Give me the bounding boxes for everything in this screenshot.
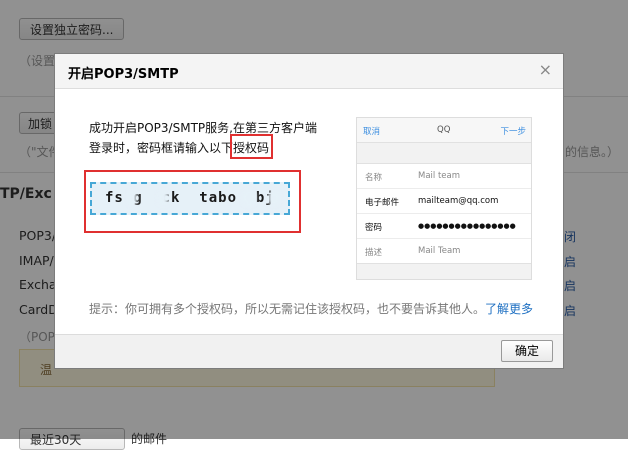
description-line-1: 成功开启POP3/SMTP服务,在第三方客户端: [89, 121, 317, 135]
auth-code-box: fs g ck tabo bj: [90, 182, 290, 215]
dialog-header: 开启POP3/SMTP ×: [55, 54, 563, 89]
redaction-blur: [268, 190, 280, 206]
redaction-blur: [242, 190, 256, 206]
illustration-title: QQ: [437, 125, 451, 135]
client-setup-illustration: 取消 QQ 下一步 名称 Mail team 电子邮件 mailteam@qq.…: [356, 117, 532, 280]
illustration-row-description: 描述 Mail Team: [365, 246, 461, 258]
description-line-2: 登录时，密码框请输入以下授权码: [89, 141, 270, 155]
illustration-header: 取消 QQ 下一步: [357, 118, 531, 143]
redaction-blur: [158, 190, 169, 206]
dialog-footer: 确定: [55, 334, 563, 368]
illustration-row-password: 密码 ●●●●●●●●●●●●●●●●: [357, 214, 531, 239]
illustration-row-name: 名称 Mail team: [357, 164, 531, 189]
learn-more-link[interactable]: 了解更多: [485, 302, 533, 316]
illustration-next: 下一步: [500, 127, 526, 137]
dialog-title: 开启POP3/SMTP: [68, 67, 179, 82]
tip-text: 提示：你可拥有多个授权码，所以无需记住该授权码，也不要告诉其他人。了解更多: [89, 302, 534, 316]
close-icon[interactable]: ×: [539, 61, 552, 79]
illustration-cancel: 取消: [363, 127, 381, 137]
illustration-row-email: 电子邮件 mailteam@qq.com: [357, 189, 531, 214]
keyword-highlight-box: [230, 134, 273, 159]
confirm-button[interactable]: 确定: [501, 340, 553, 362]
redaction-blur: [128, 190, 137, 206]
pop3-smtp-dialog: 开启POP3/SMTP × 成功开启POP3/SMTP服务,在第三方客户端 登录…: [54, 53, 564, 369]
illustration-form: 名称 Mail team 电子邮件 mailteam@qq.com 密码 ●●●…: [357, 163, 531, 264]
